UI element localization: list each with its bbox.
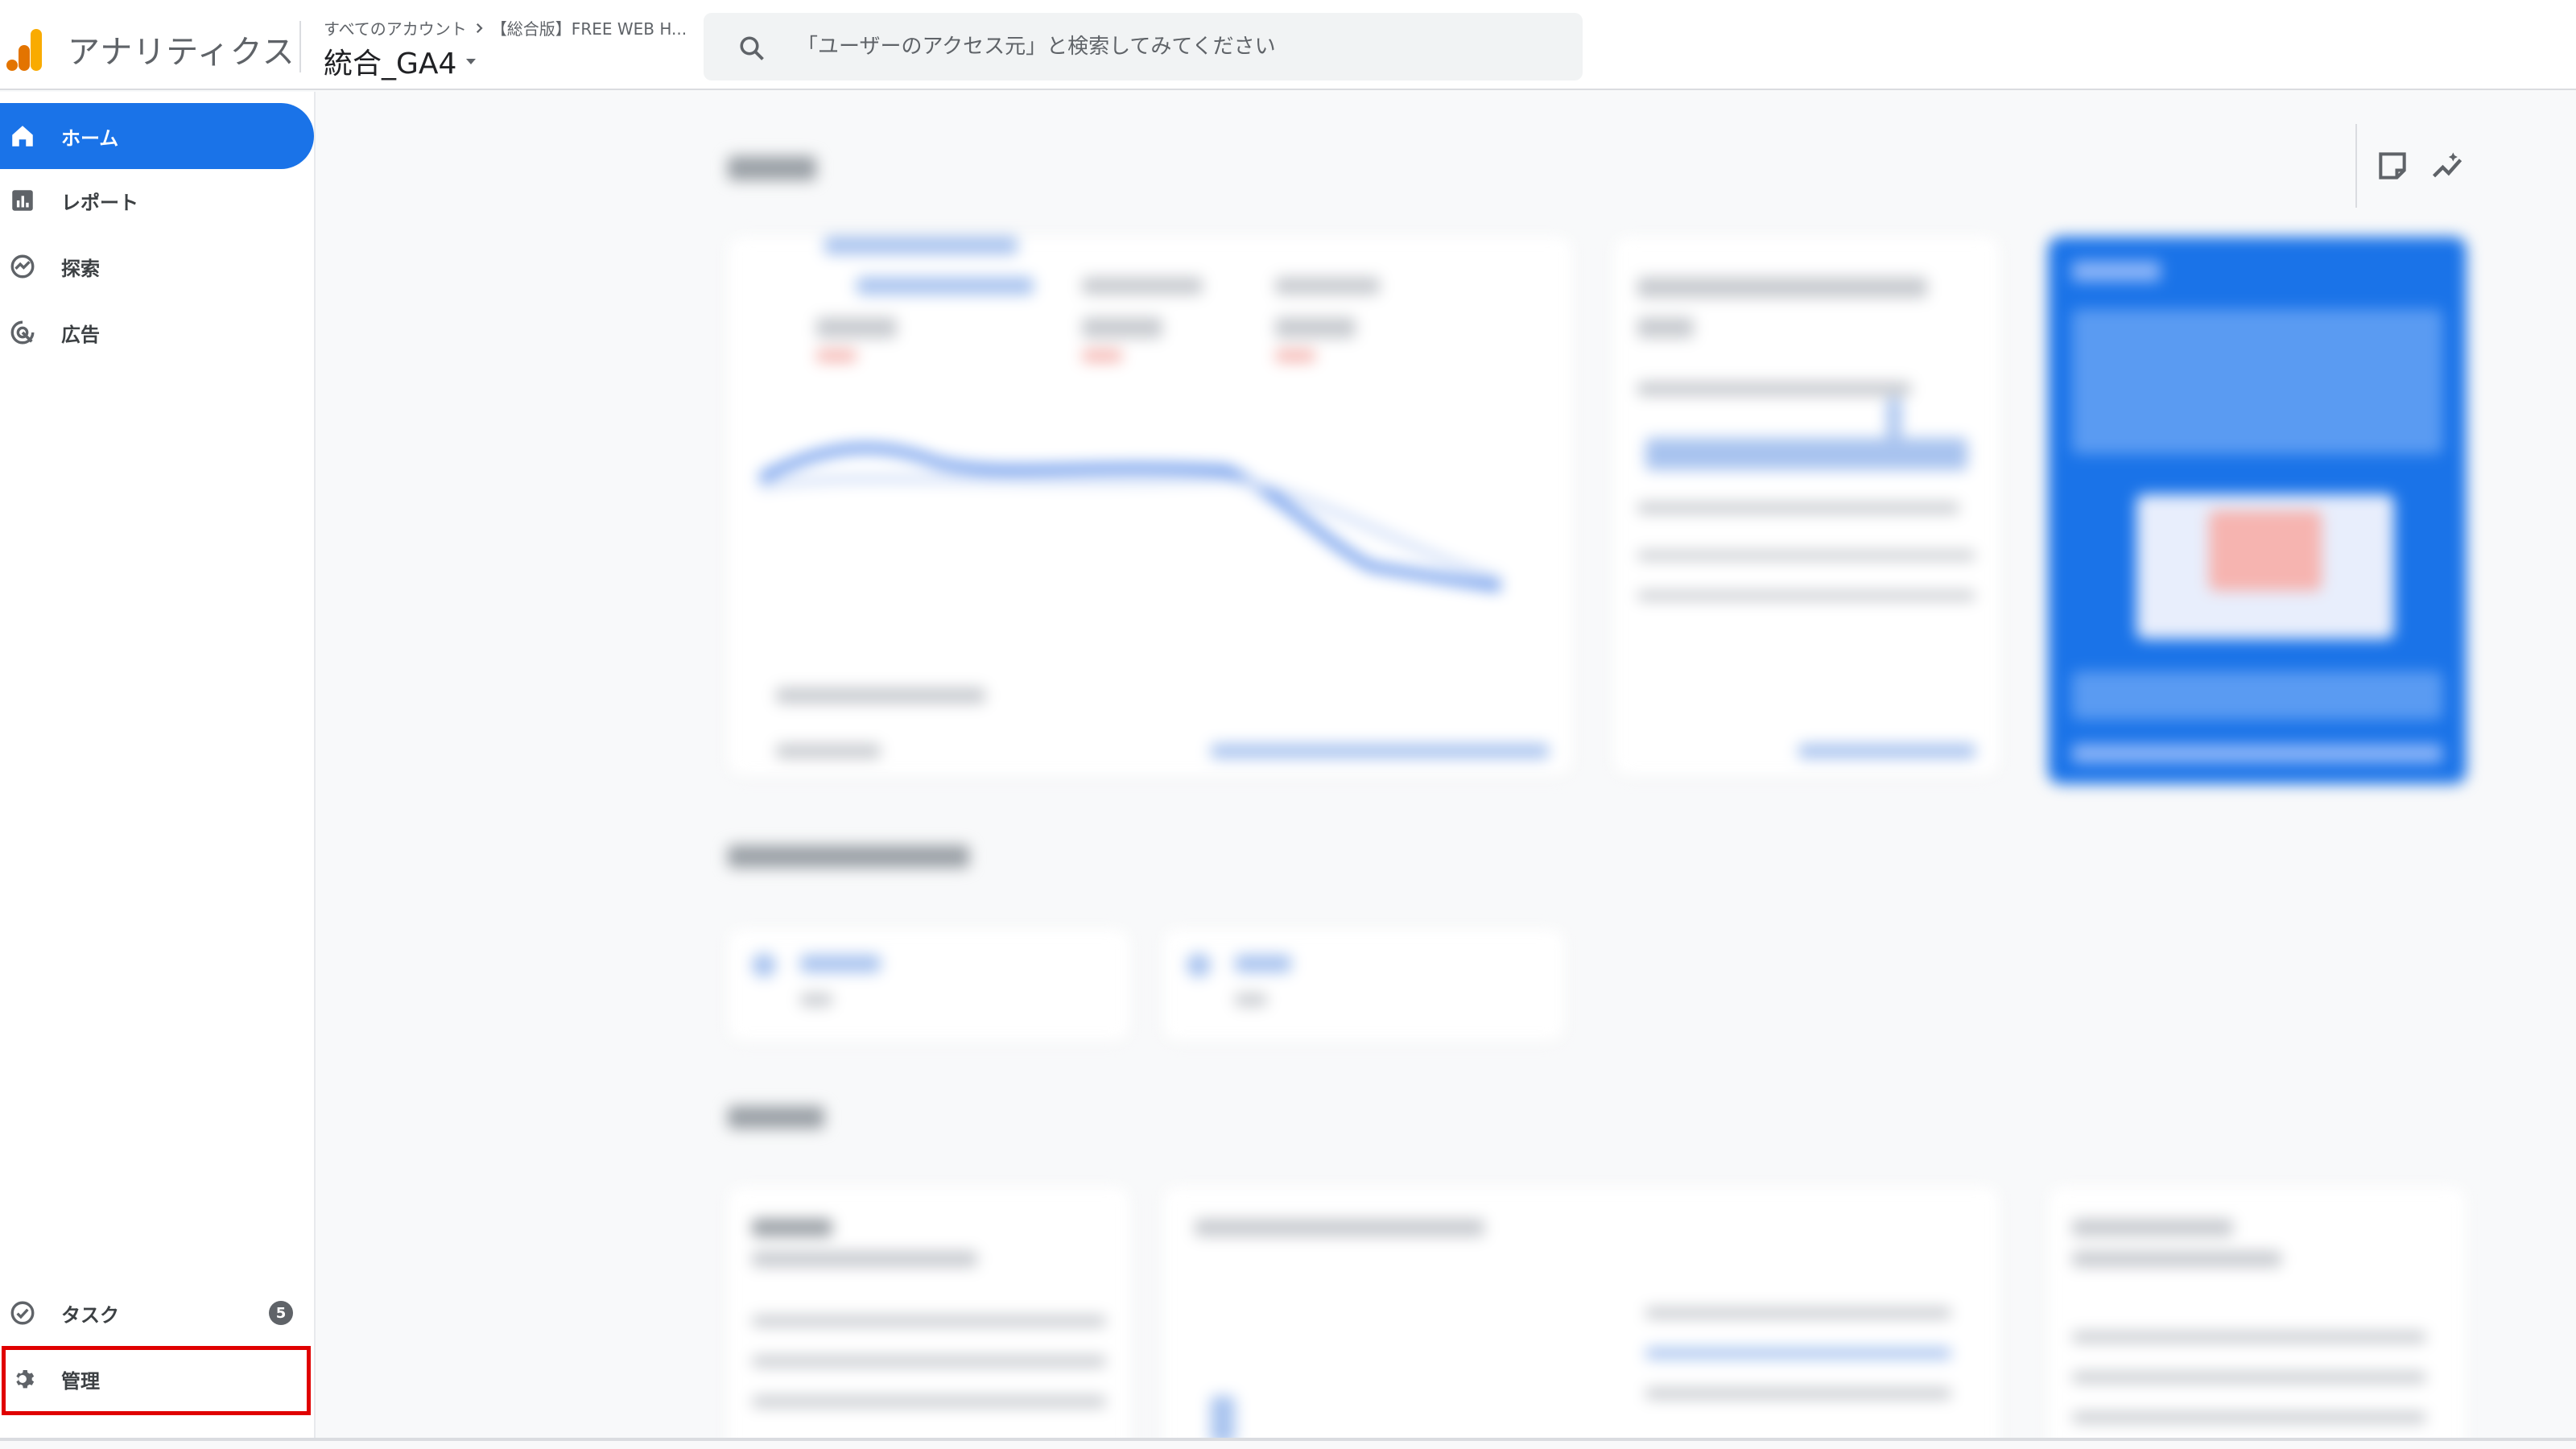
analytics-logo-icon[interactable] [6, 29, 45, 71]
advertising-icon [8, 318, 37, 347]
toolbar-divider [2355, 124, 2357, 208]
breadcrumb-account[interactable]: 【総合版】FREE WEB H... [491, 16, 687, 39]
insights-icon[interactable] [2429, 148, 2465, 184]
breadcrumb[interactable]: すべてのアカウント 【総合版】FREE WEB H... [324, 16, 687, 39]
blurred-overview-card [728, 237, 1573, 776]
tasks-icon [8, 1298, 37, 1327]
blurred-heading [728, 156, 816, 180]
gear-icon [8, 1364, 37, 1393]
nav-item-reports[interactable]: レポート [0, 167, 314, 233]
nav-item-label: レポート [61, 191, 138, 214]
nav-item-advertising[interactable]: 広告 [0, 299, 314, 365]
search-input[interactable] [797, 13, 1554, 80]
property-selector[interactable]: 統合_GA4 [324, 40, 481, 82]
app-title: アナリティクス [68, 34, 295, 71]
tasks-count-badge: 5 [269, 1301, 293, 1325]
property-name: 統合_GA4 [324, 47, 457, 80]
nav-item-tasks[interactable]: タスク 5 [0, 1280, 314, 1346]
nav-item-label: タスク [61, 1303, 119, 1327]
nav-item-label: 広告 [61, 323, 100, 346]
nav-item-label: 探索 [61, 257, 100, 280]
blurred-suggested-card-1 [728, 1187, 1130, 1441]
bottom-border [0, 1438, 2576, 1441]
search-icon [740, 36, 764, 60]
header-divider [299, 21, 301, 72]
blurred-line-graph [760, 444, 1501, 591]
breadcrumb-root[interactable]: すべてのアカウント [324, 16, 467, 39]
note-icon[interactable] [2375, 148, 2410, 184]
blurred-realtime-card [1613, 237, 2000, 776]
blurred-recent-card-2 [1162, 929, 1565, 1042]
blurred-dashboard [317, 92, 2576, 1441]
explore-icon [8, 252, 37, 281]
blurred-recent-card-1 [728, 929, 1130, 1042]
side-navigation: ホーム レポート 探索 広告 タスク 5 管理 [0, 92, 316, 1441]
chevron-right-icon [476, 23, 483, 33]
caret-down-icon [466, 59, 477, 64]
nav-item-explore[interactable]: 探索 [0, 233, 314, 299]
home-icon [8, 122, 37, 151]
home-content-area [317, 92, 2576, 1441]
top-app-bar: アナリティクス すべてのアカウント 【総合版】FREE WEB H... 統合_… [0, 0, 2576, 90]
nav-item-label: ホーム [61, 126, 119, 150]
reports-icon [8, 186, 37, 215]
nav-item-label: 管理 [61, 1369, 100, 1393]
search-bar[interactable] [704, 13, 1583, 80]
nav-item-home[interactable]: ホーム [0, 103, 314, 169]
nav-item-admin[interactable]: 管理 [0, 1346, 314, 1412]
blurred-suggested-card-3 [2048, 1187, 2467, 1441]
blurred-suggested-card-2 [1162, 1187, 2000, 1441]
blurred-promo-card [2048, 237, 2467, 784]
